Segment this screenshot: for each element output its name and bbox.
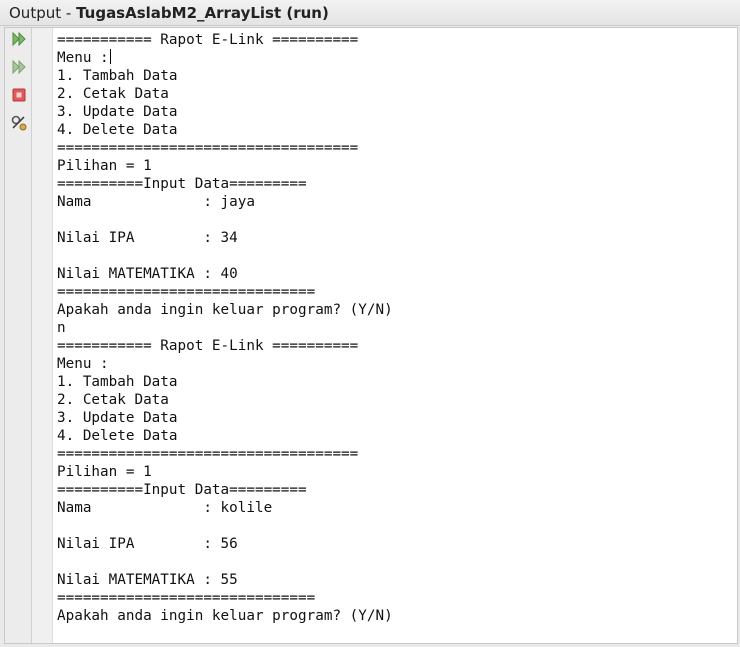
console-line-text: Menu :: [57, 356, 109, 372]
console-line-text: Pilihan = 1: [57, 158, 152, 174]
output-toolbar: [5, 28, 32, 643]
console-line-text: 2. Cetak Data: [57, 392, 169, 408]
console-line: 2. Cetak Data: [57, 85, 737, 103]
console-line-text: Nilai IPA : 56: [57, 536, 238, 552]
console-line: 1. Tambah Data: [57, 67, 737, 85]
console-line-text: ==============================: [57, 590, 316, 606]
console-line: Apakah anda ingin keluar program? (Y/N): [57, 301, 737, 319]
console-line-text: 3. Update Data: [57, 104, 178, 120]
console-output[interactable]: =========== Rapot E-Link ========== Menu …: [54, 28, 737, 643]
console-line-text: Nilai IPA : 34: [57, 230, 238, 246]
console-line: 1. Tambah Data: [57, 373, 737, 391]
console-line: 4. Delete Data: [57, 427, 737, 445]
console-line-text: =========== Rapot E-Link ==========: [57, 32, 359, 48]
console-line-text: n: [57, 320, 66, 336]
console-line: ==========Input Data=========: [57, 175, 737, 193]
output-gutter: [32, 28, 53, 643]
console-line: Pilihan = 1: [57, 157, 737, 175]
console-line-text: ==========Input Data=========: [57, 482, 307, 498]
output-window-title: Output - TugasAslabM2_ArrayList (run): [0, 0, 740, 26]
console-line-text: 1. Tambah Data: [57, 68, 178, 84]
console-line-text: Nama : jaya: [57, 194, 255, 210]
console-line: =========== Rapot E-Link ==========: [57, 337, 737, 355]
console-line: 3. Update Data: [57, 409, 737, 427]
rerun-icon[interactable]: [10, 30, 28, 48]
console-line: Menu :: [57, 355, 737, 373]
console-line: Pilihan = 1: [57, 463, 737, 481]
console-line-text: 4. Delete Data: [57, 428, 178, 444]
console-line: Nama : kolile: [57, 499, 737, 517]
console-line: Apakah anda ingin keluar program? (Y/N): [57, 607, 737, 625]
console-line-text: 4. Delete Data: [57, 122, 178, 138]
console-line: 3. Update Data: [57, 103, 737, 121]
console-line-text: 2. Cetak Data: [57, 86, 169, 102]
console-line-text: Apakah anda ingin keluar program? (Y/N): [57, 608, 393, 624]
console-line: ===================================: [57, 139, 737, 157]
console-line-text: Nama : kolile: [57, 500, 273, 516]
console-line-text: ==========Input Data=========: [57, 176, 307, 192]
console-line: ==============================: [57, 283, 737, 301]
console-line: 2. Cetak Data: [57, 391, 737, 409]
console-line: Nilai MATEMATIKA : 55: [57, 571, 737, 589]
project-run-name: TugasAslabM2_ArrayList (run): [76, 4, 329, 22]
console-line: n: [57, 319, 737, 337]
console-line: Nilai MATEMATIKA : 40: [57, 265, 737, 283]
console-line-text: ===================================: [57, 140, 359, 156]
stop-icon[interactable]: [10, 86, 28, 104]
console-line: ==========Input Data=========: [57, 481, 737, 499]
console-line: Menu :: [57, 49, 737, 67]
text-cursor: [109, 49, 112, 64]
console-line-text: 3. Update Data: [57, 410, 178, 426]
title-prefix: Output -: [9, 4, 77, 22]
rerun-different-params-icon[interactable]: [10, 58, 28, 76]
console-line-text: =========== Rapot E-Link ==========: [57, 338, 359, 354]
console-line: Nilai IPA : 56: [57, 535, 737, 553]
console-line-text: ===================================: [57, 446, 359, 462]
console-line: Nilai IPA : 34: [57, 229, 737, 247]
console-line-text: Nilai MATEMATIKA : 55: [57, 572, 238, 588]
console-line-text: 1. Tambah Data: [57, 374, 178, 390]
console-line-text: Apakah anda ingin keluar program? (Y/N): [57, 302, 393, 318]
output-panel: =========== Rapot E-Link ========== Menu …: [4, 27, 738, 644]
console-line: Nama : jaya: [57, 193, 737, 211]
console-line: =========== Rapot E-Link ==========: [57, 31, 737, 49]
output-settings-icon[interactable]: [10, 114, 28, 132]
console-line-text: Nilai MATEMATIKA : 40: [57, 266, 238, 282]
console-line: 4. Delete Data: [57, 121, 737, 139]
console-line: ===================================: [57, 445, 737, 463]
console-line-text: Menu :: [57, 50, 109, 66]
console-line-text: Pilihan = 1: [57, 464, 152, 480]
console-line-text: ==============================: [57, 284, 316, 300]
console-line: ==============================: [57, 589, 737, 607]
